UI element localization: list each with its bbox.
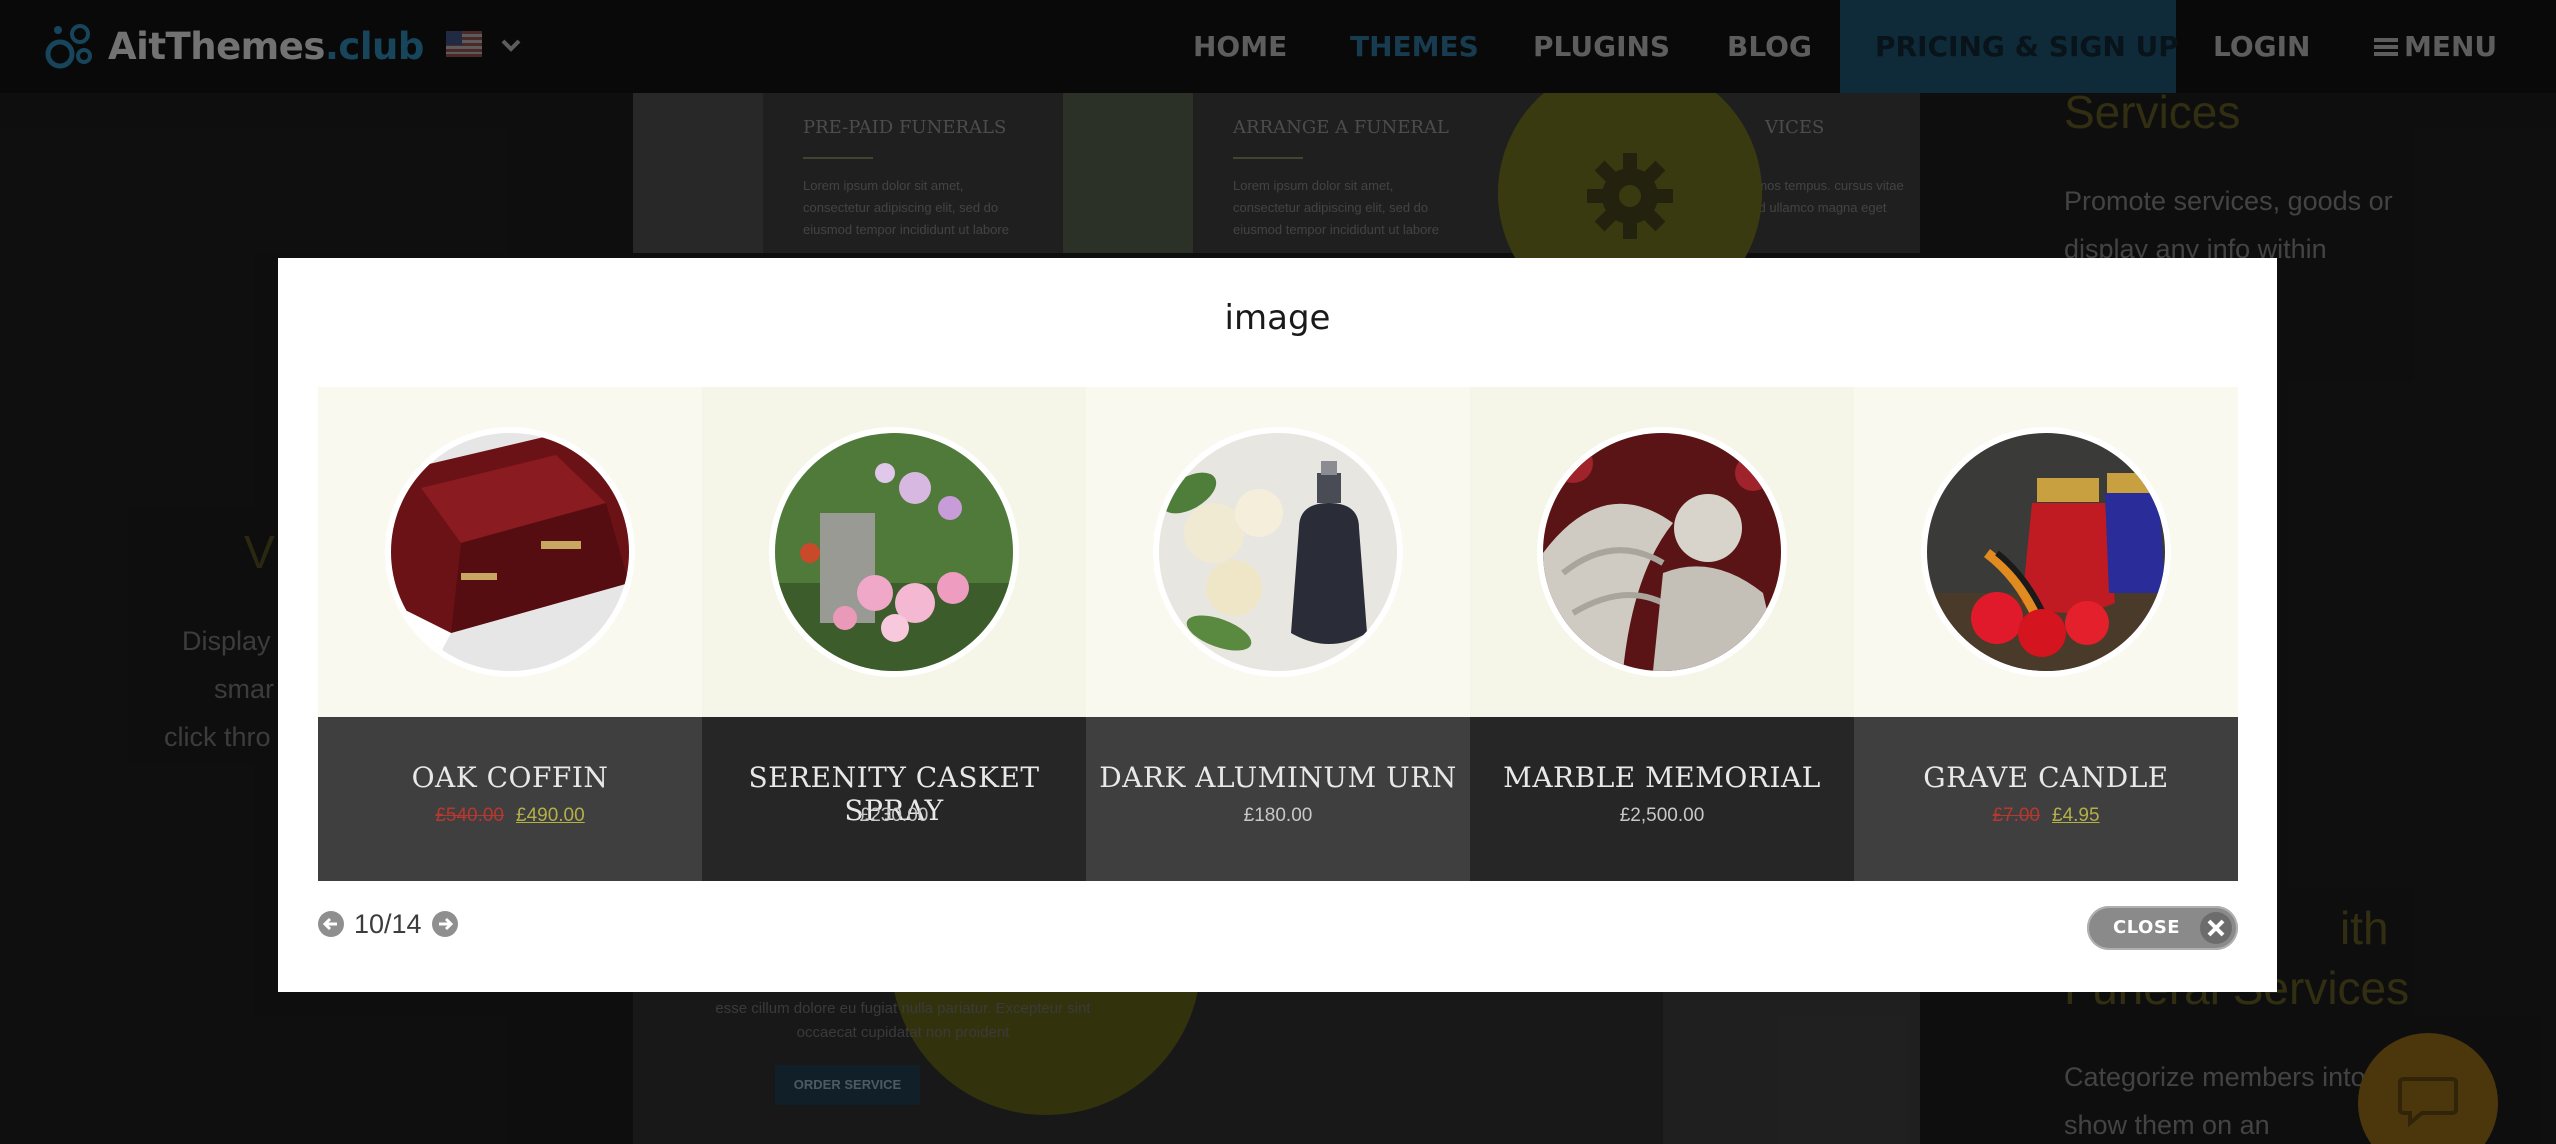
coffin-image	[385, 427, 635, 677]
product-info: OAK COFFIN £540.00 £490.00	[318, 717, 702, 881]
product-price: £230.00	[859, 805, 929, 826]
urn-roses-image	[1153, 427, 1403, 677]
previous-button[interactable]	[318, 911, 344, 937]
candles-image	[1921, 427, 2171, 677]
product-price: £2,500.00	[1619, 805, 1705, 826]
product-image-area	[318, 387, 702, 717]
product-price: £7.00 £4.95	[1854, 805, 2238, 827]
close-label: CLOSE	[2113, 917, 2181, 938]
product-info: GRAVE CANDLE £7.00 £4.95	[1854, 717, 2238, 881]
old-price: £7.00	[1992, 805, 2040, 826]
sale-price: £4.95	[2052, 805, 2100, 826]
flowers-image	[769, 427, 1019, 677]
product-card-serenity-casket-spray[interactable]: SERENITY CASKET SPRAY £230.00	[702, 387, 1086, 881]
product-image-area	[1854, 387, 2238, 717]
pager-counter: 10/14	[354, 908, 422, 939]
product-card-marble-memorial[interactable]: MARBLE MEMORIAL £2,500.00	[1470, 387, 1854, 881]
arrow-right-icon	[438, 917, 453, 931]
image-lightbox-modal: image OAK COFFIN £540.00 £490.00 SERENIT…	[278, 258, 2277, 992]
next-button[interactable]	[431, 911, 458, 937]
old-price: £540.00	[435, 805, 504, 826]
product-name[interactable]: MARBLE MEMORIAL	[1470, 761, 1854, 794]
sale-price: £490.00	[516, 805, 585, 826]
close-icon	[2200, 912, 2232, 944]
product-name[interactable]: DARK ALUMINUM URN	[1086, 761, 1470, 794]
product-price: £180.00	[1243, 805, 1313, 826]
product-info: MARBLE MEMORIAL £2,500.00	[1470, 717, 1854, 881]
product-image-area	[702, 387, 1086, 717]
arrow-left-icon	[322, 917, 337, 931]
product-card-oak-coffin[interactable]: OAK COFFIN £540.00 £490.00	[318, 387, 702, 881]
product-name[interactable]: GRAVE CANDLE	[1854, 761, 2238, 794]
angel-statue-image	[1537, 427, 1787, 677]
product-card-dark-aluminum-urn[interactable]: DARK ALUMINUM URN £180.00	[1086, 387, 1470, 881]
image-pager: 10/14	[318, 908, 458, 940]
product-info: DARK ALUMINUM URN £180.00	[1086, 717, 1470, 881]
close-button[interactable]: CLOSE	[2087, 906, 2238, 950]
product-image-area	[1086, 387, 1470, 717]
product-info: SERENITY CASKET SPRAY £230.00	[702, 717, 1086, 881]
product-price: £540.00 £490.00	[318, 805, 702, 827]
product-image-area	[1470, 387, 1854, 717]
modal-title: image	[1224, 298, 1331, 338]
product-card-grave-candle[interactable]: GRAVE CANDLE £7.00 £4.95	[1854, 387, 2238, 881]
product-name[interactable]: OAK COFFIN	[318, 761, 702, 794]
product-gallery-image: OAK COFFIN £540.00 £490.00 SERENITY CASK…	[318, 387, 2238, 881]
